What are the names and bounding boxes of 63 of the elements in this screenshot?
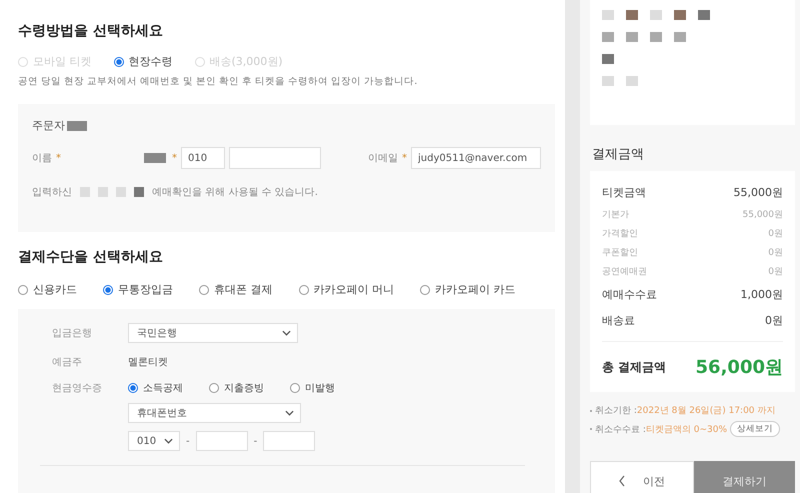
price-value: 0원 [768, 247, 783, 259]
receipt-option[interactable]: 미발행 [290, 381, 335, 395]
required-mark: * [56, 152, 61, 164]
phone-prefix-select[interactable]: 010 [128, 431, 180, 451]
field-label: 입금은행 [52, 327, 93, 340]
price-value: 0원 [768, 266, 783, 278]
price-label: 기본가 [602, 209, 629, 221]
chevron-down-icon [285, 410, 294, 416]
note-label: 취소수수료 : [595, 424, 646, 436]
chevron-down-icon [282, 330, 291, 336]
required-mark: * [402, 152, 407, 164]
price-label: 티켓금액 [602, 184, 646, 200]
id-type-select[interactable]: 휴대폰번호 [128, 403, 301, 423]
receipt-option[interactable]: 소득공제 [128, 381, 183, 395]
price-label: 공연예매권 [602, 266, 647, 278]
price-label: 배송료 [602, 312, 635, 328]
details-button[interactable]: 상세보기 [730, 421, 780, 437]
previous-button[interactable]: 이전 [590, 461, 694, 493]
price-value: 55,000원 [742, 209, 783, 221]
payment-method-option[interactable]: 신용카드 [18, 282, 77, 297]
notice-text: 예매확인을 위해 사용될 수 있습니다. [152, 186, 318, 199]
notice-text: 입력하신 [32, 186, 72, 199]
separator-text: - [186, 436, 190, 446]
section-title: 수령방법을 선택하세요 [18, 22, 164, 41]
total-label: 총 결제금액 [602, 358, 666, 376]
receipt-option[interactable]: 지출증빙 [209, 381, 264, 395]
price-label: 예매수수료 [602, 286, 657, 302]
orderer-label: 주문자 [32, 118, 65, 133]
total-value: 56,000원 [696, 356, 783, 379]
phone-prefix-field[interactable]: 010 [181, 147, 225, 169]
phone-number-field[interactable] [229, 147, 321, 169]
price-value: 0원 [765, 312, 783, 328]
required-mark: * [172, 152, 177, 164]
price-value: 1,000원 [740, 286, 783, 302]
redaction-block [144, 153, 166, 163]
note-value: 2022년 8월 26일(금) 17:00 까지 [636, 405, 776, 417]
price-value: 0원 [768, 228, 783, 240]
email-field[interactable]: judy0511@naver.com [411, 147, 541, 169]
chevron-left-icon [618, 475, 625, 487]
note-label: 취소기한 : [595, 405, 637, 417]
price-label: 가격할인 [602, 228, 638, 240]
payment-method-option[interactable]: 무통장입금 [103, 282, 173, 297]
chevron-down-icon [164, 438, 173, 444]
section-title: 결제수단을 선택하세요 [18, 248, 164, 267]
info-text: 공연 당일 현장 교부처에서 예매번호 및 본인 확인 후 티켓을 수령하여 입장이 가능합니다. [18, 75, 418, 88]
price-label: 쿠폰할인 [602, 247, 638, 259]
redaction-block [67, 120, 87, 130]
summary-title: 결제금액 [592, 146, 645, 163]
note-value: 티켓금액의 0~30% [646, 424, 728, 436]
field-label: 이름 [32, 152, 52, 165]
payment-method-option[interactable]: 휴대폰 결제 [199, 282, 272, 297]
radio-option[interactable]: 현장수령 [114, 54, 172, 69]
phone-middle-field[interactable] [196, 431, 248, 451]
account-holder: 멜론티켓 [128, 356, 168, 369]
phone-last-field[interactable] [263, 431, 316, 451]
payment-method-option[interactable]: 카카오페이 머니 [298, 282, 394, 297]
separator-text: - [254, 436, 258, 446]
payment-method-option[interactable]: 카카오페이 카드 [420, 282, 516, 297]
bank-select[interactable]: 국민은행 [128, 323, 298, 343]
field-label: 현금영수증 [52, 382, 103, 395]
field-label: 이메일 [368, 152, 398, 165]
price-value: 55,000원 [734, 184, 783, 200]
field-label: 예금주 [52, 356, 83, 369]
